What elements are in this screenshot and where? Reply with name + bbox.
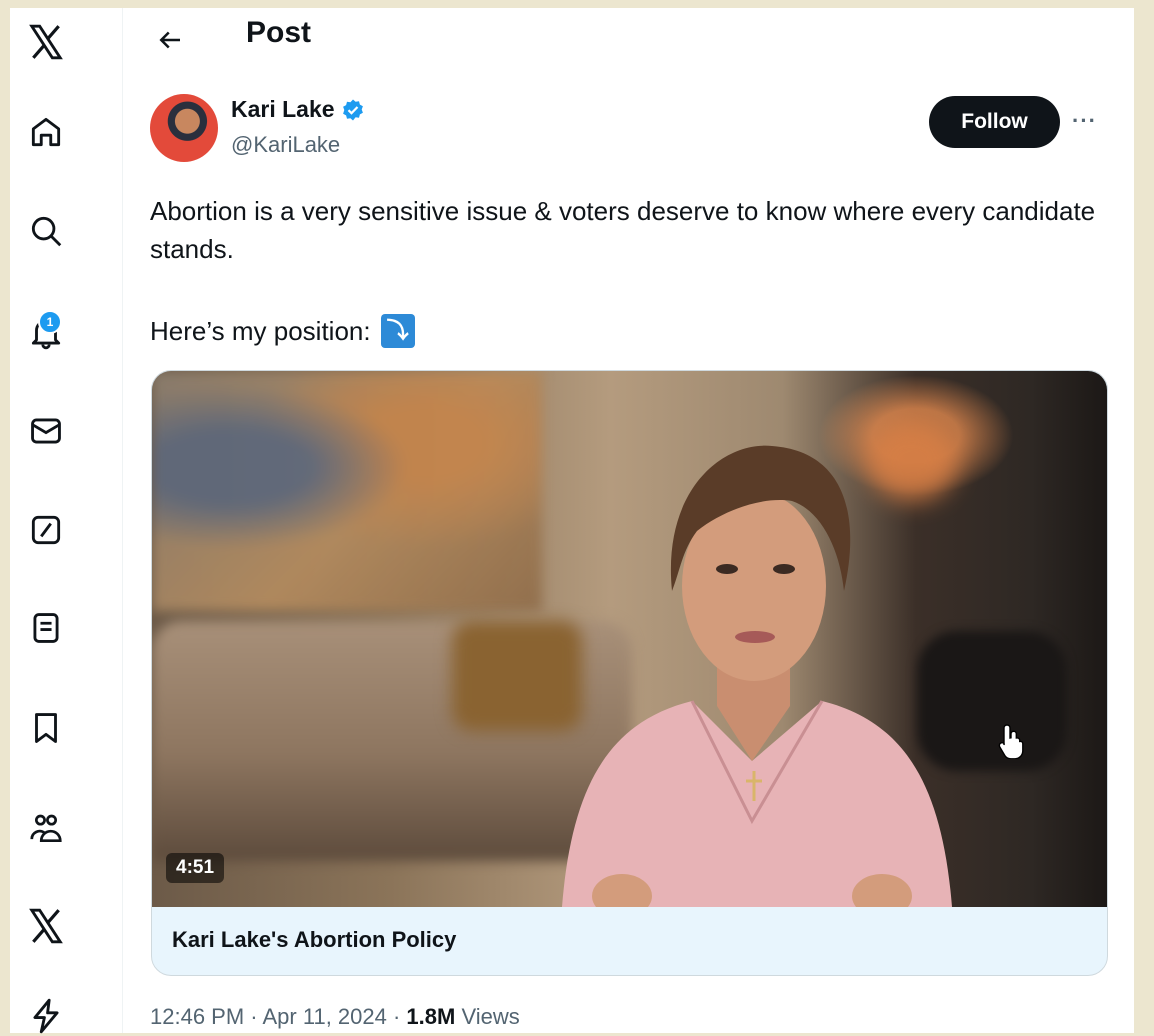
search-icon[interactable] [26, 211, 66, 251]
page-title: Post [246, 16, 312, 49]
media-card[interactable]: 4:51 Kari Lake's Abortion Policy [151, 370, 1108, 976]
post-timestamp[interactable]: 12:46 PM · Apr 11, 2024 · [150, 1004, 406, 1029]
bookmarks-icon[interactable] [26, 708, 66, 748]
video-player[interactable]: 4:51 [152, 371, 1107, 907]
grok-icon[interactable] [26, 510, 66, 550]
messages-icon[interactable] [26, 411, 66, 451]
verified-orgs-icon[interactable] [26, 996, 66, 1036]
verified-badge-icon [341, 98, 365, 122]
home-icon[interactable] [26, 112, 66, 152]
app-frame: 1 Post Kari Lake @KariLake Follow ··· Ab… [10, 8, 1134, 1036]
author-name[interactable]: Kari Lake [231, 96, 335, 123]
notifications-icon[interactable]: 1 [26, 310, 66, 352]
avatar[interactable] [150, 94, 218, 162]
video-duration: 4:51 [166, 853, 225, 883]
background-painting [152, 371, 542, 611]
post-text-line: Here’s my position: ⤵ [150, 312, 415, 350]
sidebar: 1 [10, 8, 123, 1036]
hand-cursor-icon [998, 724, 1024, 759]
views-label: Views [455, 1004, 520, 1029]
notification-badge: 1 [38, 310, 62, 334]
post-meta: 12:46 PM · Apr 11, 2024 · 1.8M Views [150, 1004, 520, 1030]
communities-icon[interactable] [26, 808, 66, 848]
author-handle[interactable]: @KariLake [231, 132, 340, 158]
lists-icon[interactable] [26, 608, 66, 648]
premium-icon[interactable] [26, 906, 66, 946]
back-arrow-icon[interactable] [150, 20, 190, 60]
views-count: 1.8M [406, 1004, 456, 1029]
more-options-icon[interactable]: ··· [1072, 108, 1097, 134]
x-logo-icon[interactable] [26, 22, 66, 62]
video-thumbnail-person [562, 445, 952, 907]
arrow-down-emoji-icon: ⤵ [380, 314, 415, 348]
follow-button[interactable]: Follow [929, 96, 1060, 148]
media-title[interactable]: Kari Lake's Abortion Policy [172, 927, 456, 953]
author-name-row[interactable]: Kari Lake [231, 96, 365, 123]
post-text: Abortion is a very sensitive issue & vot… [150, 196, 1096, 264]
post-text-position: Here’s my position: [150, 316, 371, 346]
